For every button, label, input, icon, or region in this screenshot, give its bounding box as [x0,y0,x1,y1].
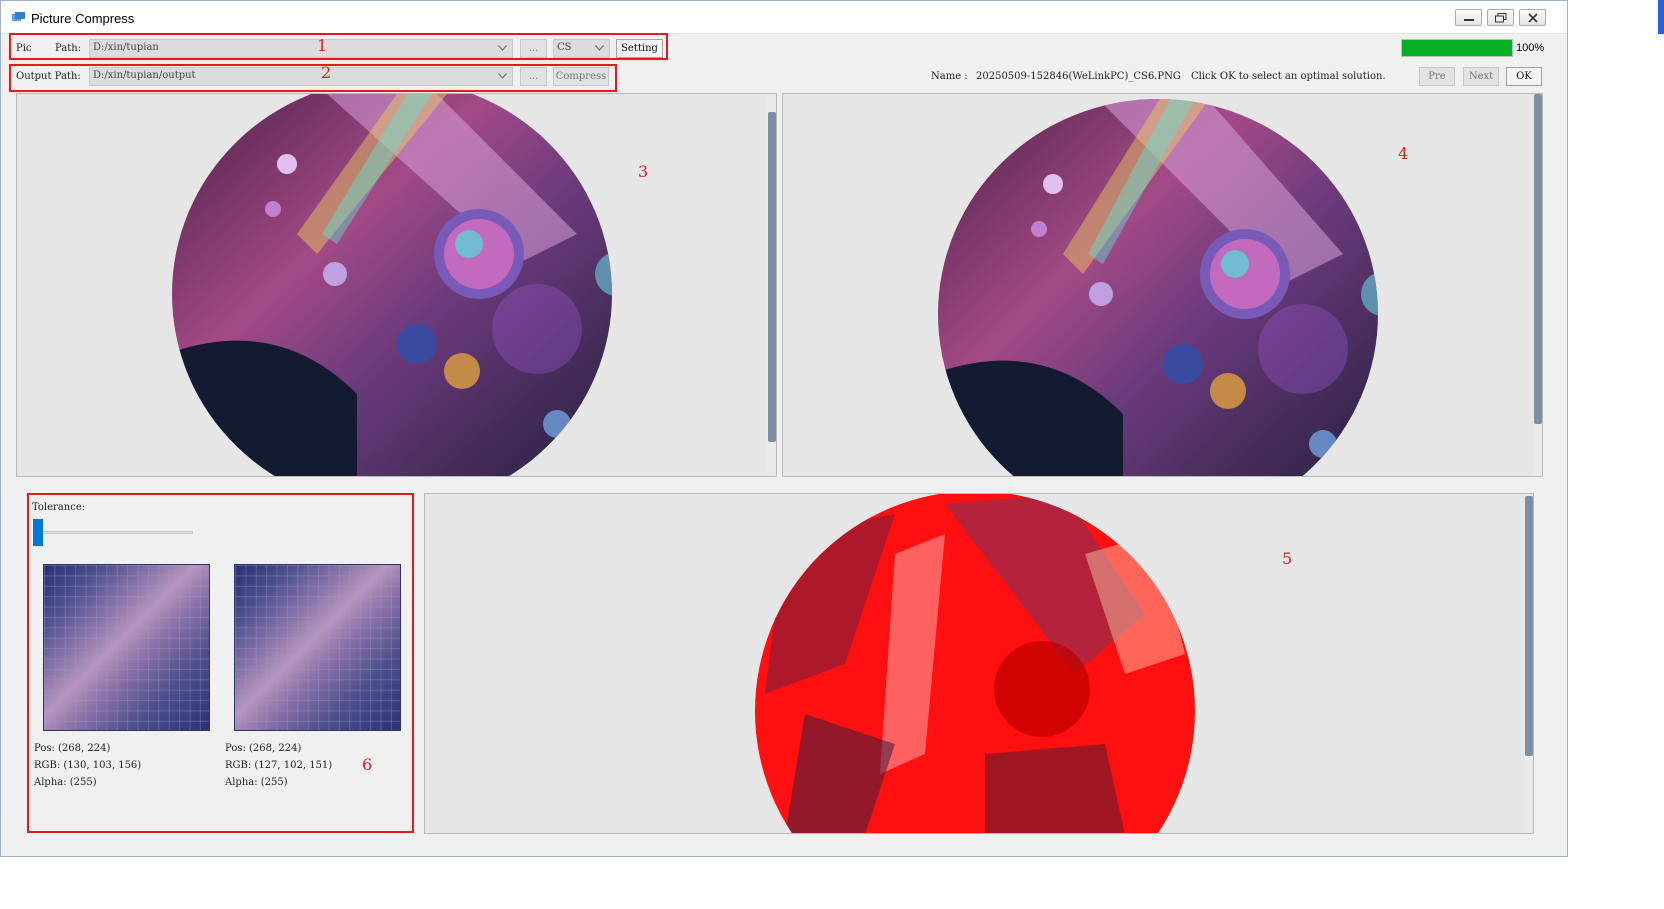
annotation-5: 5 [1282,549,1293,568]
browse-pic-button[interactable]: ... [520,39,547,58]
compress-button[interactable]: Compress [553,67,609,86]
compressed-pixel-zoom [234,564,401,731]
close-icon [1528,13,1538,23]
output-path-combo[interactable]: D:/xin/tupian/output [89,67,513,86]
restore-icon [1495,13,1507,23]
ok-button[interactable]: OK [1506,67,1542,86]
original-image-panel[interactable] [16,93,777,477]
original-pos: Pos: (268, 224) [34,743,111,754]
compressed-rgb: RGB: (127, 102, 151) [225,760,333,771]
chevron-down-icon [498,45,507,51]
tolerance-track [33,531,193,534]
progress-bar [1401,39,1513,57]
tolerance-slider[interactable] [33,519,43,546]
pixel-inspector: Tolerance: Pos: (268, 224) RGB: (130, 10… [27,493,414,833]
difference-panel[interactable] [424,493,1534,834]
original-pixel-zoom [43,564,210,731]
browse-output-button[interactable]: ... [520,67,547,86]
app-icon [12,12,25,21]
original-scroll-thumb[interactable] [768,112,776,442]
pic-path-label: Path: [55,43,82,54]
next-button[interactable]: Next [1463,67,1499,86]
compressed-alpha: Alpha: (255) [225,777,288,788]
pre-button[interactable]: Pre [1419,67,1455,86]
output-path-value: D:/xin/tupian/output [93,70,196,81]
compressed-scroll-thumb[interactable] [1534,94,1542,424]
compressed-pos: Pos: (268, 224) [225,743,302,754]
chevron-down-icon [595,45,604,51]
annotation-6: 6 [362,755,373,774]
progress-fill [1402,40,1512,56]
original-alpha: Alpha: (255) [34,777,97,788]
format-select[interactable]: CS [553,39,610,58]
difference-scroll-thumb[interactable] [1525,496,1533,756]
progress-text: 100% [1516,42,1545,54]
setting-button[interactable]: Setting [616,39,663,58]
compressed-scrollbar[interactable] [1533,94,1542,476]
ok-hint: Click OK to select an optimal solution. [1191,71,1386,82]
original-scrollbar[interactable] [767,94,776,476]
pic-path-combo[interactable]: D:/xin/tupian [89,39,513,58]
compressed-image [938,99,1378,476]
difference-scrollbar[interactable] [1524,494,1533,833]
restore-button[interactable] [1487,9,1514,26]
annotation-1: 1 [317,36,328,55]
window-title: Picture Compress [31,11,135,26]
title-bar: Picture Compress [1,1,1567,34]
original-image [172,94,612,476]
minimize-icon [1464,19,1474,21]
close-button[interactable] [1519,9,1546,26]
app-window: Picture Compress Pic Path: D:/xin/tupian… [0,0,1568,857]
difference-image [755,494,1195,833]
desktop-edge-accent [1658,0,1664,34]
tolerance-label: Tolerance: [32,502,86,513]
file-name: 20250509-152846(WeLinkPC)_CS6.PNG [976,71,1181,82]
original-pixel-info: Pos: (268, 224) RGB: (130, 103, 156) Alp… [34,740,141,791]
annotation-2: 2 [321,63,332,82]
minimize-button[interactable] [1455,9,1482,26]
chevron-down-icon [498,73,507,79]
pic-label: Pic [16,43,32,54]
format-value: CS [557,42,572,53]
compressed-pixel-info: Pos: (268, 224) RGB: (127, 102, 151) Alp… [225,740,332,791]
name-label: Name : [931,71,968,82]
output-path-label: Output Path: [16,71,81,82]
annotation-3: 3 [638,162,649,181]
pic-path-value: D:/xin/tupian [93,42,159,53]
original-rgb: RGB: (130, 103, 156) [34,760,142,771]
annotation-4: 4 [1398,144,1409,163]
compressed-image-panel[interactable] [782,93,1543,477]
